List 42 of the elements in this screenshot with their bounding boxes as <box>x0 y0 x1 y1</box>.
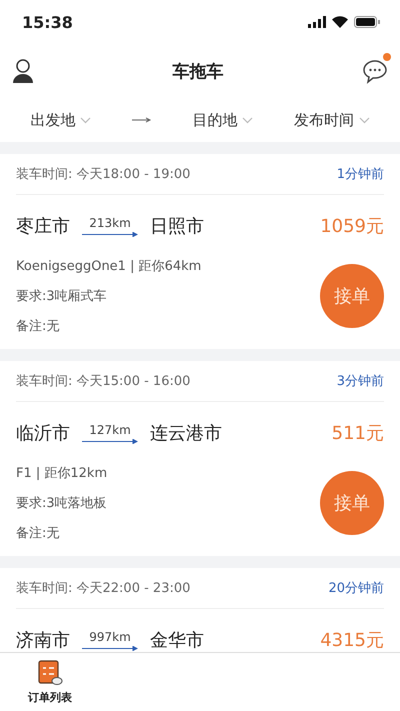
battery-icon <box>354 16 380 28</box>
status-time: 15:38 <box>22 12 73 32</box>
load-time: 装车时间: 今天15:00 - 16:00 <box>16 373 190 390</box>
posted-time: 20分钟前 <box>328 580 384 597</box>
posted-time: 1分钟前 <box>336 166 384 183</box>
chevron-down-icon <box>80 116 92 124</box>
price: 4315元 <box>320 629 384 652</box>
signal-icon <box>308 16 326 28</box>
destination-city: 金华市 <box>150 629 204 652</box>
arrow-icon <box>82 646 138 650</box>
order-list-icon <box>37 660 63 686</box>
route-distance: 997km <box>89 630 131 644</box>
note: 备注:无 <box>16 318 60 335</box>
price: 1059元 <box>320 215 384 238</box>
note: 备注:无 <box>16 525 60 542</box>
wifi-icon <box>332 16 348 28</box>
load-time: 装车时间: 今天22:00 - 23:00 <box>16 580 190 597</box>
user-profile-icon[interactable] <box>12 59 34 83</box>
requirement: 要求:3吨厢式车 <box>16 288 108 305</box>
origin-city: 济南市 <box>16 629 70 652</box>
filter-dropdown[interactable]: 发布时间 <box>294 110 370 130</box>
arrow-icon <box>132 117 152 123</box>
arrow-icon <box>82 438 138 444</box>
destination-city: 连云港市 <box>150 422 222 445</box>
posted-time: 3分钟前 <box>336 373 384 390</box>
load-time: 装车时间: 今天18:00 - 19:00 <box>16 166 190 183</box>
destination-city: 日照市 <box>150 215 204 238</box>
filter-dropdown[interactable]: 出发地 <box>30 110 92 130</box>
origin-city: 临沂市 <box>16 422 70 445</box>
shipper-info: KoenigseggOne1 | 距你64km <box>16 258 202 275</box>
page-title: 车拖车 <box>172 60 224 82</box>
chevron-down-icon <box>358 116 370 124</box>
chevron-down-icon <box>242 116 254 124</box>
requirement: 要求:3吨落地板 <box>16 495 108 512</box>
route-distance: 213km <box>89 216 131 230</box>
route-distance: 127km <box>89 422 131 436</box>
origin-city: 枣庄市 <box>16 215 70 238</box>
chat-icon[interactable] <box>362 58 388 84</box>
arrow-icon <box>82 232 138 236</box>
shipper-info: F1 | 距你12km <box>16 465 108 482</box>
filter-dropdown[interactable]: 目的地 <box>192 110 254 130</box>
price: 511元 <box>332 422 384 445</box>
